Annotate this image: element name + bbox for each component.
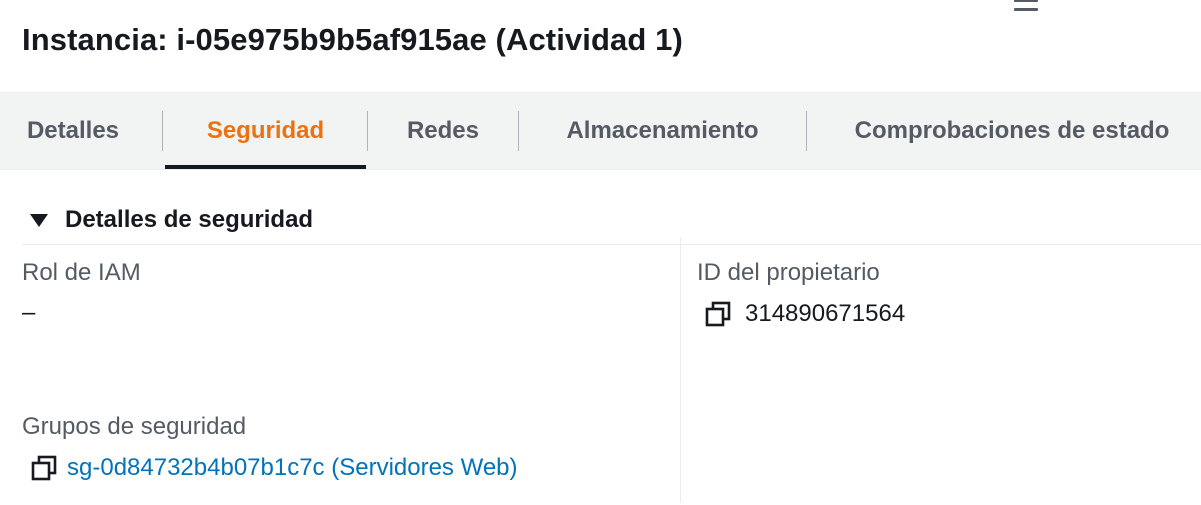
- copy-icon[interactable]: [31, 455, 57, 481]
- owner-id-value: 314890671564: [705, 300, 905, 328]
- copy-icon[interactable]: [705, 301, 731, 327]
- column-divider: [680, 237, 681, 503]
- section-divider: [22, 244, 1201, 245]
- security-groups-label: Grupos de seguridad: [22, 413, 247, 440]
- iam-role-value-text: –: [22, 299, 36, 326]
- tab-seguridad[interactable]: Seguridad: [165, 93, 366, 169]
- iam-role-value: –: [22, 299, 35, 327]
- active-tab-indicator: [165, 165, 366, 169]
- tab-bar: Detalles Seguridad Redes Almacenamiento …: [0, 92, 1201, 170]
- tab-almacenamiento[interactable]: Almacenamiento: [519, 93, 806, 169]
- page-header: Instancia: i-05e975b9b5af915ae (Activida…: [22, 18, 683, 62]
- section-title: Detalles de seguridad: [65, 206, 314, 233]
- iam-role-label: Rol de IAM: [22, 259, 141, 286]
- page-title: Instancia: i-05e975b9b5af915ae (Activida…: [22, 22, 683, 57]
- security-groups-value: sg-0d84732b4b07b1c7c (Servidores Web): [31, 454, 518, 482]
- instance-details-page: Instancia: i-05e975b9b5af915ae (Activida…: [0, 0, 1201, 505]
- hamburger-menu-icon[interactable]: [1014, 0, 1040, 14]
- tab-comprobaciones-de-estado[interactable]: Comprobaciones de estado: [807, 93, 1201, 169]
- caret-down-icon: [30, 213, 48, 227]
- security-group-link[interactable]: sg-0d84732b4b07b1c7c (Servidores Web): [67, 454, 518, 482]
- tab-redes[interactable]: Redes: [368, 93, 518, 169]
- owner-id-label: ID del propietario: [697, 259, 880, 286]
- owner-id-text: 314890671564: [745, 300, 906, 327]
- tab-separator: [162, 111, 163, 151]
- tab-detalles[interactable]: Detalles: [0, 93, 146, 169]
- security-details-toggle[interactable]: Detalles de seguridad: [22, 198, 313, 242]
